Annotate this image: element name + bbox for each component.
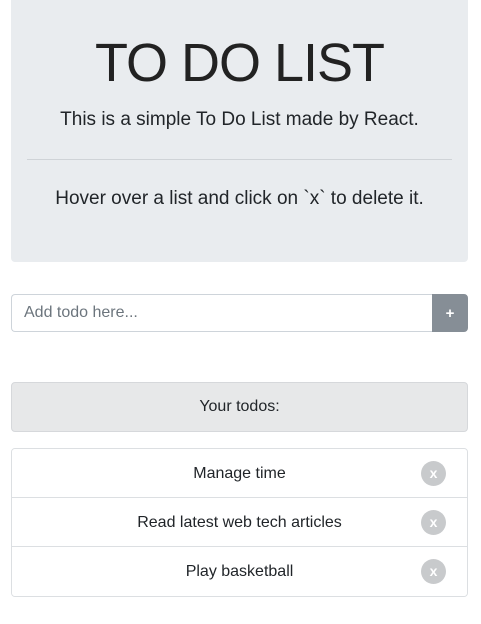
page-title: TO DO LIST	[94, 33, 385, 93]
delete-todo-button[interactable]: x	[421, 461, 446, 486]
todo-item[interactable]: Read latest web tech articles x	[12, 498, 467, 547]
todo-item[interactable]: Manage time x	[12, 449, 467, 498]
todo-item-label: Manage time	[193, 465, 286, 482]
divider	[27, 159, 452, 160]
todo-item-label: Read latest web tech articles	[137, 514, 342, 531]
usage-hint: Hover over a list and click on `x` to de…	[55, 188, 424, 209]
todo-item-label: Play basketball	[185, 563, 294, 580]
delete-todo-button[interactable]: x	[421, 559, 446, 584]
todo-item[interactable]: Play basketball x	[12, 547, 467, 596]
page-subtitle: This is a simple To Do List made by Reac…	[60, 109, 419, 130]
todos-heading: Your todos:	[11, 382, 468, 432]
header-jumbotron: TO DO LIST This is a simple To Do List m…	[11, 0, 468, 262]
add-todo-form: +	[11, 294, 468, 332]
todo-list: Manage time x Read latest web tech artic…	[11, 448, 468, 597]
delete-todo-button[interactable]: x	[421, 510, 446, 535]
add-todo-button[interactable]: +	[432, 294, 468, 332]
todo-input[interactable]	[11, 294, 432, 332]
